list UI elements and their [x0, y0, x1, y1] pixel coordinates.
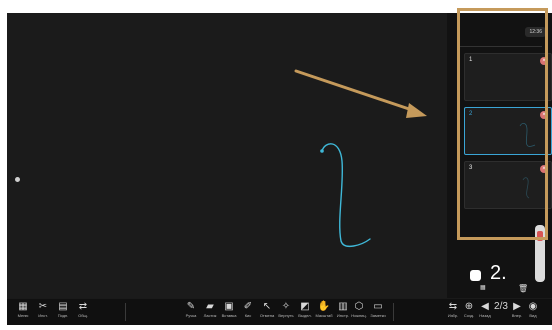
right-tool-5[interactable]: ◉ Вид: [521, 301, 545, 323]
left-nav-dot-icon[interactable]: [15, 177, 20, 182]
close-icon[interactable]: ×: [540, 57, 548, 65]
page-panel-scrollbar[interactable]: [535, 225, 545, 282]
bottom-toolbar: ▦ Меню ✂ Инст. ▤ Подп. ⇄ Общ. ✎ Ручка ▰ Ластик ▣ Вст…: [7, 299, 552, 325]
notes-icon: ▭: [373, 301, 383, 312]
share-icon: ⇄: [78, 301, 88, 312]
grid-icon[interactable]: ▦: [480, 284, 486, 291]
toolbar-label: Общ.: [78, 313, 88, 318]
toolbar-separator: [125, 303, 126, 321]
page-thumbnail-number: 1: [469, 57, 473, 63]
center2-tool-1[interactable]: ▭ Заметки: [366, 301, 390, 323]
toolbar-label: Заметки: [370, 313, 386, 318]
thumbnail-preview: [522, 177, 530, 199]
left-tool-3[interactable]: ⇄ Общ.: [71, 301, 95, 323]
pen-cursor: [320, 149, 324, 153]
scrollbar-thumb[interactable]: [537, 231, 543, 241]
toolbar-label: Вид: [529, 313, 537, 318]
page-square-icon[interactable]: [470, 270, 481, 281]
drawing-canvas[interactable]: [7, 13, 447, 298]
current-page-number: 2.: [490, 262, 507, 284]
handwritten-stroke: [321, 143, 371, 248]
panel-divider: [457, 46, 542, 47]
page-indicator: ▦ 2. 🗑: [470, 262, 530, 293]
thumbnail-preview: [519, 122, 536, 147]
trash-icon[interactable]: 🗑: [518, 284, 528, 293]
page-thumbnail-1[interactable]: 1 ×: [464, 53, 552, 101]
page-thumbnail-2[interactable]: 2 ×: [464, 107, 552, 155]
canvas-ink-layer: [320, 143, 371, 248]
page-thumbnail-3[interactable]: 3 ×: [464, 161, 552, 209]
clock-badge: 12:36: [525, 27, 546, 37]
toolbar-separator: [393, 303, 394, 321]
more-icon: ◉: [528, 301, 538, 312]
